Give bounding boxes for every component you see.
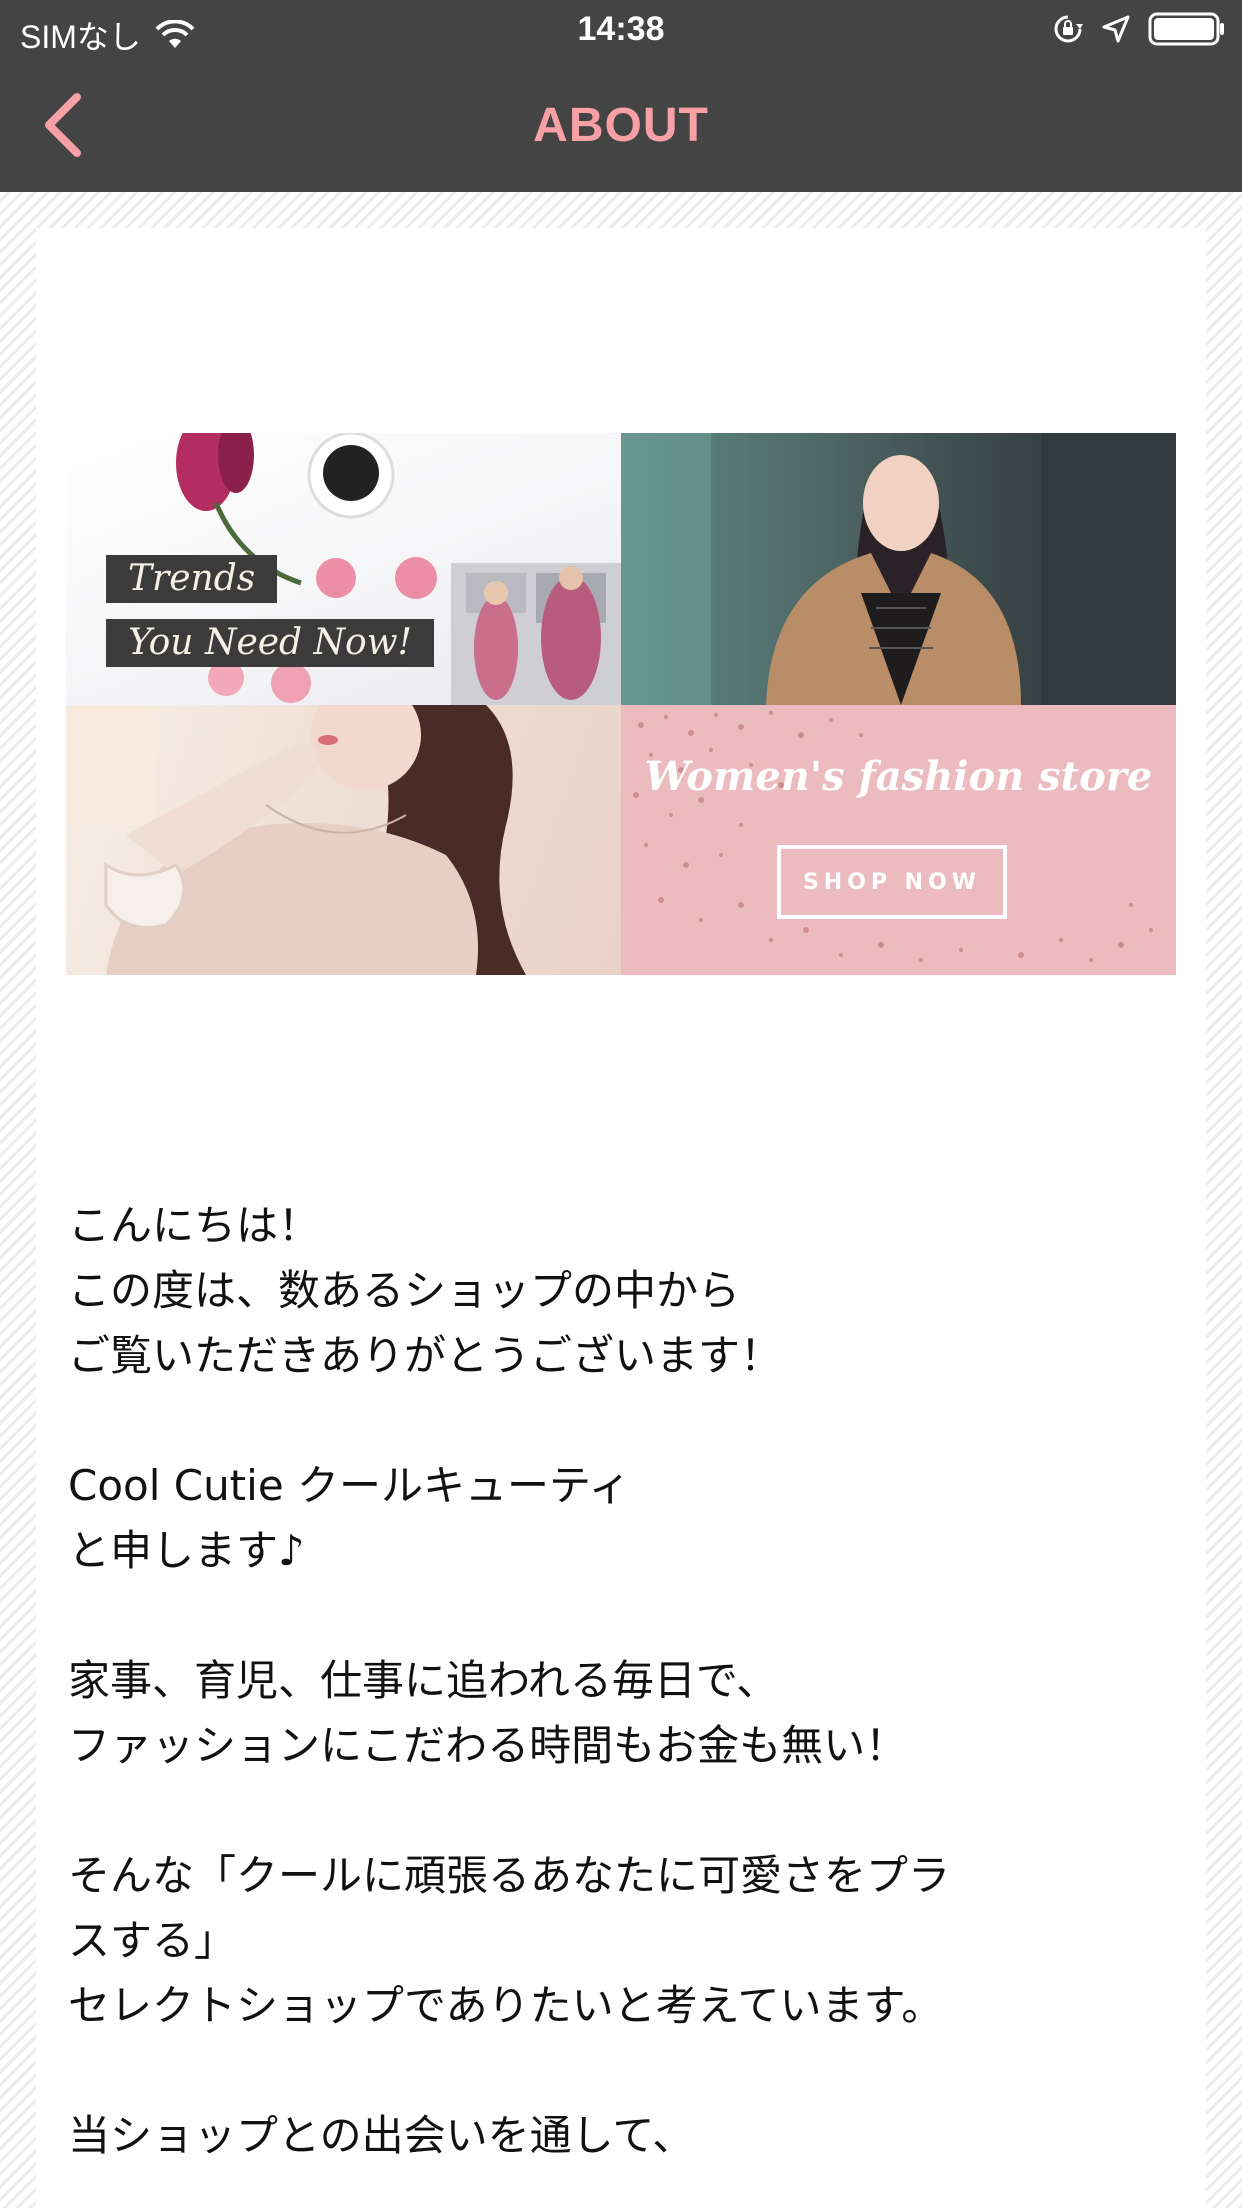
intro-line: こんにちは！ — [68, 1201, 321, 1250]
model-coat-illustration — [621, 433, 1176, 705]
intro-spacer — [68, 2038, 1178, 2103]
battery-icon — [1148, 12, 1226, 46]
intro-text: こんにちは！ この度は、数あるショップの中から ご覧いただきありがとうございます… — [68, 1193, 1178, 2168]
store-title: Women's fashion store — [644, 753, 1153, 800]
intro-spacer — [68, 1583, 1178, 1648]
intro-line: Cool Cutie クールキューティ — [68, 1461, 631, 1510]
dotted-pattern-decoration — [633, 711, 1153, 962]
trends-label: Trends — [106, 555, 278, 603]
intro-line: と申します♪ — [68, 1526, 305, 1575]
rotation-lock-icon — [1052, 13, 1084, 45]
model-blouse-illustration — [66, 705, 526, 975]
intro-spacer — [68, 1388, 1178, 1453]
location-arrow-icon — [1102, 15, 1130, 43]
model-coat-tile — [621, 433, 1176, 705]
flatlay-tile: Trends You Need Now! — [66, 433, 621, 705]
navigation-bar: ABOUT — [0, 60, 1242, 192]
intro-line: この度は、数あるショップの中から — [68, 1266, 741, 1315]
intro-spacer — [68, 1778, 1178, 1843]
intro-line: スする」 — [68, 1916, 237, 1965]
intro-line: そんな「クールに頑張るあなたに可愛さをプラ — [68, 1851, 951, 1900]
intro-line: セレクトショップでありたいと考えています。 — [68, 1981, 944, 2030]
status-icons — [1052, 12, 1226, 46]
page-title: ABOUT — [533, 99, 709, 152]
intro-line: 当ショップとの出会いを通して、 — [68, 2111, 695, 2160]
fashion-store-tile: Women's fashion store SHOP NOW — [621, 705, 1176, 975]
status-bar: SIMなし 14:38 — [0, 0, 1242, 60]
about-content-card: Trends You Need Now! Women's fashion sto… — [36, 228, 1206, 2208]
model-blouse-tile — [66, 705, 621, 975]
intro-line: ご覧いただきありがとうございます！ — [68, 1331, 783, 1380]
you-need-now-label: You Need Now! — [106, 619, 434, 667]
shop-banner-image: Trends You Need Now! Women's fashion sto… — [66, 433, 1176, 975]
intro-line: ファッションにこだわる時間もお金も無い！ — [68, 1721, 908, 1770]
intro-line: 家事、育児、仕事に追われる毎日で、 — [68, 1656, 779, 1705]
shop-now-button[interactable]: SHOP NOW — [777, 845, 1007, 919]
